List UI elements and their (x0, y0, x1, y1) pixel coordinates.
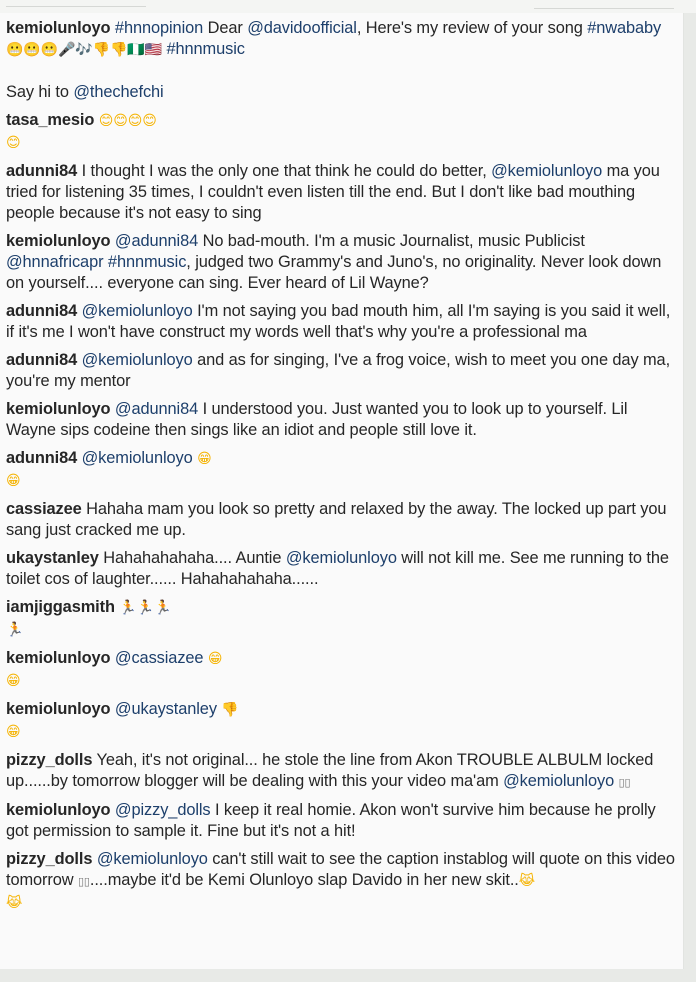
bottom-edge (0, 969, 684, 982)
comment-list: kemiolunloyo #hnnopinion Dear @davidooff… (0, 13, 678, 914)
comment-item: kemiolunloyo @ukaystanley 👎 😁 (6, 699, 678, 743)
mention-link[interactable]: @ukaystanley (115, 700, 217, 718)
hashtag-link[interactable]: #hnnopinion (115, 19, 203, 37)
comment-text: I thought I was the only one that think … (81, 162, 492, 180)
emoji-icon: 😁 (207, 651, 223, 667)
mention-link[interactable]: @kemiolunloyo (503, 772, 614, 790)
comment-text: Dear (203, 19, 248, 37)
comment-item: adunni84 @kemiolunloyo I'm not saying yo… (6, 301, 678, 343)
comment-item: kemiolunloyo @adunni84 I understood you.… (6, 399, 678, 441)
comment-username-link[interactable]: adunni84 (6, 449, 77, 467)
comment-username-link[interactable]: ukaystanley (6, 549, 99, 567)
mention-link[interactable]: @cassiazee (115, 649, 204, 667)
hashtag-link[interactable]: #hnnmusic (108, 253, 186, 271)
comment-item: kemiolunloyo #hnnopinion Dear @davidooff… (6, 18, 678, 103)
comment-username-link[interactable]: kemiolunloyo (6, 649, 111, 667)
comment-username-link[interactable]: pizzy_dolls (6, 751, 92, 769)
comment-item: iamjiggasmith 🏃🏃🏃 🏃 (6, 597, 678, 641)
comment-item: tasa_mesio 😊😊😊😊 😊 (6, 110, 678, 154)
comment-item: kemiolunloyo @adunni84 No bad-mouth. I'm… (6, 231, 678, 294)
comment-username-link[interactable]: kemiolunloyo (6, 232, 111, 250)
comment-username-link[interactable]: kemiolunloyo (6, 400, 111, 418)
comment-item: adunni84 I thought I was the only one th… (6, 161, 678, 224)
comment-text: Say hi to (6, 83, 74, 101)
comment-text: Hahahahahaha.... Auntie (103, 549, 286, 567)
emoji-icon: 😹 (6, 895, 23, 911)
emoji-icon: 😁 (6, 724, 21, 740)
comment-item: adunni84 @kemiolunloyo 😁 😁 (6, 448, 678, 492)
mention-link[interactable]: @adunni84 (115, 400, 198, 418)
mention-link[interactable]: @kemiolunloyo (82, 449, 193, 467)
comment-username-link[interactable]: kemiolunloyo (6, 801, 111, 819)
comment-username-link[interactable]: iamjiggasmith (6, 598, 115, 616)
emoji-icon: 😁 (197, 451, 212, 467)
comment-username-link[interactable]: kemiolunloyo (6, 700, 111, 718)
screenshot-top-edge (0, 0, 696, 14)
comment-text: , Here's my review of your song (356, 19, 588, 37)
comment-item: pizzy_dolls @kemiolunloyo can't still wa… (6, 849, 678, 914)
emoji-icon: 😊 (6, 135, 21, 151)
right-gutter (684, 13, 696, 982)
emoji-icon: ▯▯ (618, 776, 631, 789)
mention-link[interactable]: @thechefchi (73, 83, 163, 101)
emoji-icon: 😬😬😬🎤🎶👎👎 (6, 42, 128, 58)
emoji-icon: 😁 (6, 673, 21, 689)
comment-item: cassiazee Hahaha mam you look so pretty … (6, 499, 678, 541)
comment-item: ukaystanley Hahahahahaha.... Auntie @kem… (6, 548, 678, 590)
mention-link[interactable]: @kemiolunloyo (491, 162, 602, 180)
comment-username-link[interactable]: cassiazee (6, 500, 82, 518)
emoji-icon: 🇳🇬🇺🇸 (127, 42, 162, 58)
emoji-icon: 😁 (6, 473, 21, 489)
comment-username-link[interactable]: pizzy_dolls (6, 850, 92, 868)
comment-username-link[interactable]: adunni84 (6, 351, 77, 369)
hashtag-link[interactable]: #nwababy (587, 19, 661, 37)
mention-link[interactable]: @adunni84 (115, 232, 198, 250)
comment-username-link[interactable]: adunni84 (6, 162, 77, 180)
mention-link[interactable]: @pizzy_dolls (115, 801, 211, 819)
emoji-icon: 😊😊😊😊 (98, 113, 157, 129)
comment-text: Hahaha mam you look so pretty and relaxe… (6, 500, 667, 539)
comment-item: kemiolunloyo @pizzy_dolls I keep it real… (6, 800, 678, 842)
comment-text: No bad-mouth. I'm a music Journalist, mu… (198, 232, 585, 250)
comment-item: kemiolunloyo @cassiazee 😁 😁 (6, 648, 678, 692)
comment-item: adunni84 @kemiolunloyo and as for singin… (6, 350, 678, 392)
comment-username-link[interactable]: tasa_mesio (6, 111, 94, 129)
emoji-icon: ▯▯ (77, 875, 90, 888)
mention-link[interactable]: @kemiolunloyo (82, 351, 193, 369)
emoji-icon: 🏃 (6, 622, 24, 638)
mention-link[interactable]: @kemiolunloyo (82, 302, 193, 320)
comment-username-link[interactable]: kemiolunloyo (6, 19, 111, 37)
hashtag-link[interactable]: #hnnmusic (166, 40, 244, 58)
emoji-icon: 👎 (221, 702, 239, 718)
comment-username-link[interactable]: adunni84 (6, 302, 77, 320)
emoji-icon: 😹 (518, 873, 536, 889)
emoji-icon: 🏃🏃🏃 (119, 600, 172, 616)
top-edge-line-left (6, 0, 146, 7)
top-edge-line-right (534, 0, 674, 9)
mention-link[interactable]: @kemiolunloyo (97, 850, 208, 868)
mention-link[interactable]: @davidoofficial (247, 19, 357, 37)
comment-text: ....maybe it'd be Kemi Olunloyo slap Dav… (89, 871, 519, 889)
comments-panel: kemiolunloyo #hnnopinion Dear @davidooff… (0, 13, 684, 969)
comment-item: pizzy_dolls Yeah, it's not original... h… (6, 750, 678, 793)
mention-link[interactable]: @hnnafricapr (6, 253, 104, 271)
mention-link[interactable]: @kemiolunloyo (286, 549, 397, 567)
